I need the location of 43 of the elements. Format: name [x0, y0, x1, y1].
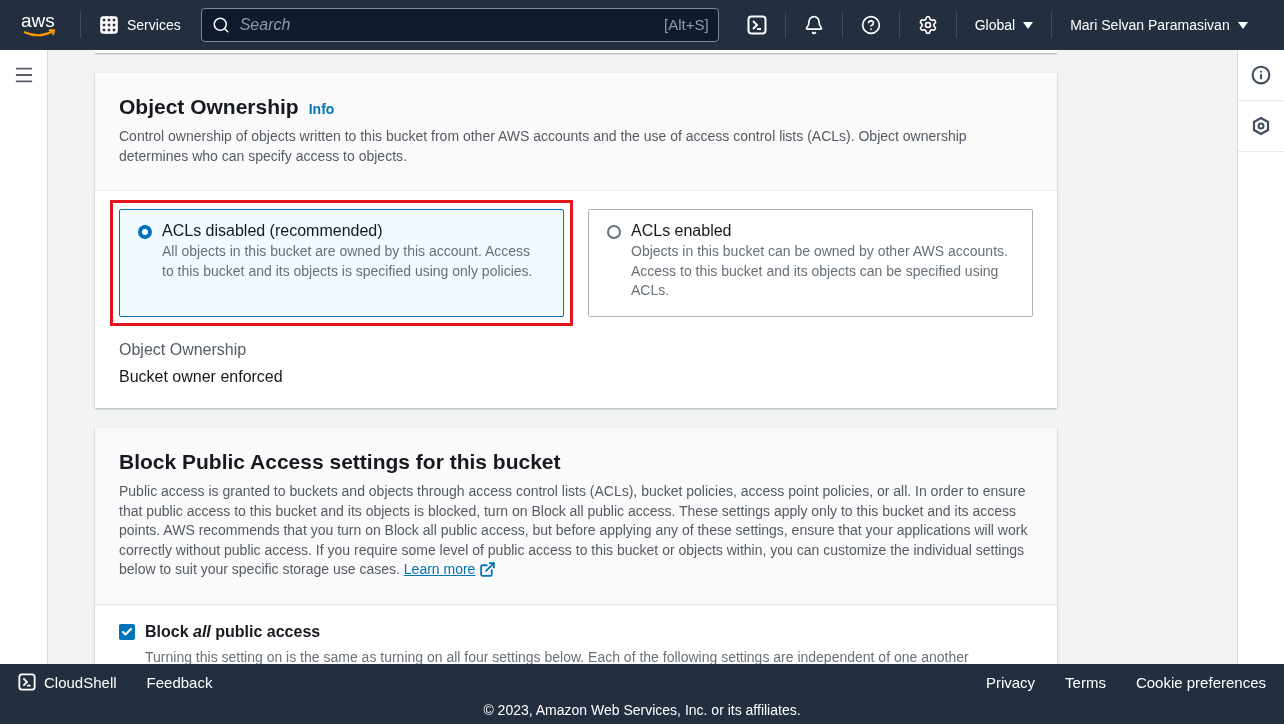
feedback-link[interactable]: Feedback: [146, 673, 213, 691]
panel-title: Object Ownership: [119, 95, 299, 119]
region-menu[interactable]: Global: [956, 0, 1052, 50]
external-link-icon: [479, 561, 497, 579]
info-icon[interactable]: [1251, 65, 1271, 85]
grid-icon: [99, 15, 119, 35]
cloudshell-link[interactable]: CloudShell: [18, 673, 117, 691]
ownership-option[interactable]: ACLs enabled Objects in this bucket can be owned by other AWS accounts. Access to this bucket and its objects can be specified using ACLs.: [588, 209, 1033, 317]
field-label: Object Ownership: [119, 341, 248, 359]
bell-icon: [803, 15, 824, 35]
settings-icon: [917, 15, 938, 35]
footer-link[interactable]: Cookie preferences: [1135, 673, 1266, 691]
aws-logo[interactable]: aws: [20, 11, 58, 39]
ownership-option[interactable]: ACLs disabled (recommended) All objects in this bucket are owned by this account. Access to this bucket and its objects is specified using only policies.: [119, 209, 564, 317]
help-icon: [860, 15, 881, 35]
checkbox-label: Block all public access: [145, 622, 321, 641]
learn-more-link[interactable]: Learn more: [403, 560, 497, 580]
footer-link[interactable]: Terms: [1065, 673, 1106, 691]
hexagon-icon[interactable]: [1251, 116, 1271, 136]
shortcut-hint: [Alt+S]: [664, 16, 709, 33]
user-menu[interactable]: Mari Selvan Paramasivan: [1052, 0, 1266, 50]
checkbox-description: Turning this setting on is the same as turning on all four settings below. Each of the following settings are independent of one another: [145, 648, 970, 664]
option-label: ACLs disabled (recommended): [162, 222, 384, 240]
info-link[interactable]: Info: [308, 101, 335, 117]
footer-link[interactable]: Privacy: [985, 673, 1036, 691]
terminal-icon: [18, 673, 36, 691]
panel-title: Block Public Access settings for this bucket: [119, 450, 562, 474]
checkbox[interactable]: [119, 623, 135, 640]
copyright-text: © 2023, Amazon Web Services, Inc. or its affiliates.: [482, 702, 802, 718]
option-label: ACLs enabled: [631, 222, 733, 240]
option-description: All objects in this bucket are owned by this account. Access to this bucket and its objects is specified using only policies.: [162, 242, 534, 281]
radio-button[interactable]: [138, 225, 152, 239]
field-value: Bucket owner enforced: [119, 368, 284, 386]
terminal-icon: [746, 15, 767, 35]
check-icon: [121, 625, 133, 638]
search-icon: [211, 16, 230, 34]
caret-icon: [1023, 21, 1034, 29]
option-description: Objects in this bucket can be owned by other AWS accounts. Access to this bucket and its objects can be specified using ACLs.: [631, 242, 1009, 300]
radio-button[interactable]: [607, 225, 621, 239]
caret-icon: [1237, 21, 1248, 29]
panel-description: Control ownership of objects written to this bucket from other AWS accounts and the use of access control lists (ACLs). Object ownership determines who can specify access to objects.: [119, 127, 968, 166]
services-button[interactable]: Services: [81, 0, 199, 50]
panel-description: Public access is granted to buckets and objects through access control lists (ACLs), bucket policies, access point policies, or all. In order to ensure that public access to this bucket and its objects is blocked, turn on Block all public access. These settings apply only to this bucket and its access points. AWS recommends that you turn on Block all public access, but before applying any of these settings, ensure that your applications will work correctly without public access. If you require some level of public access to this bucket or objects within, you can customize the individual settings below to suit your specific storage use cases. Learn more: [119, 482, 1033, 580]
